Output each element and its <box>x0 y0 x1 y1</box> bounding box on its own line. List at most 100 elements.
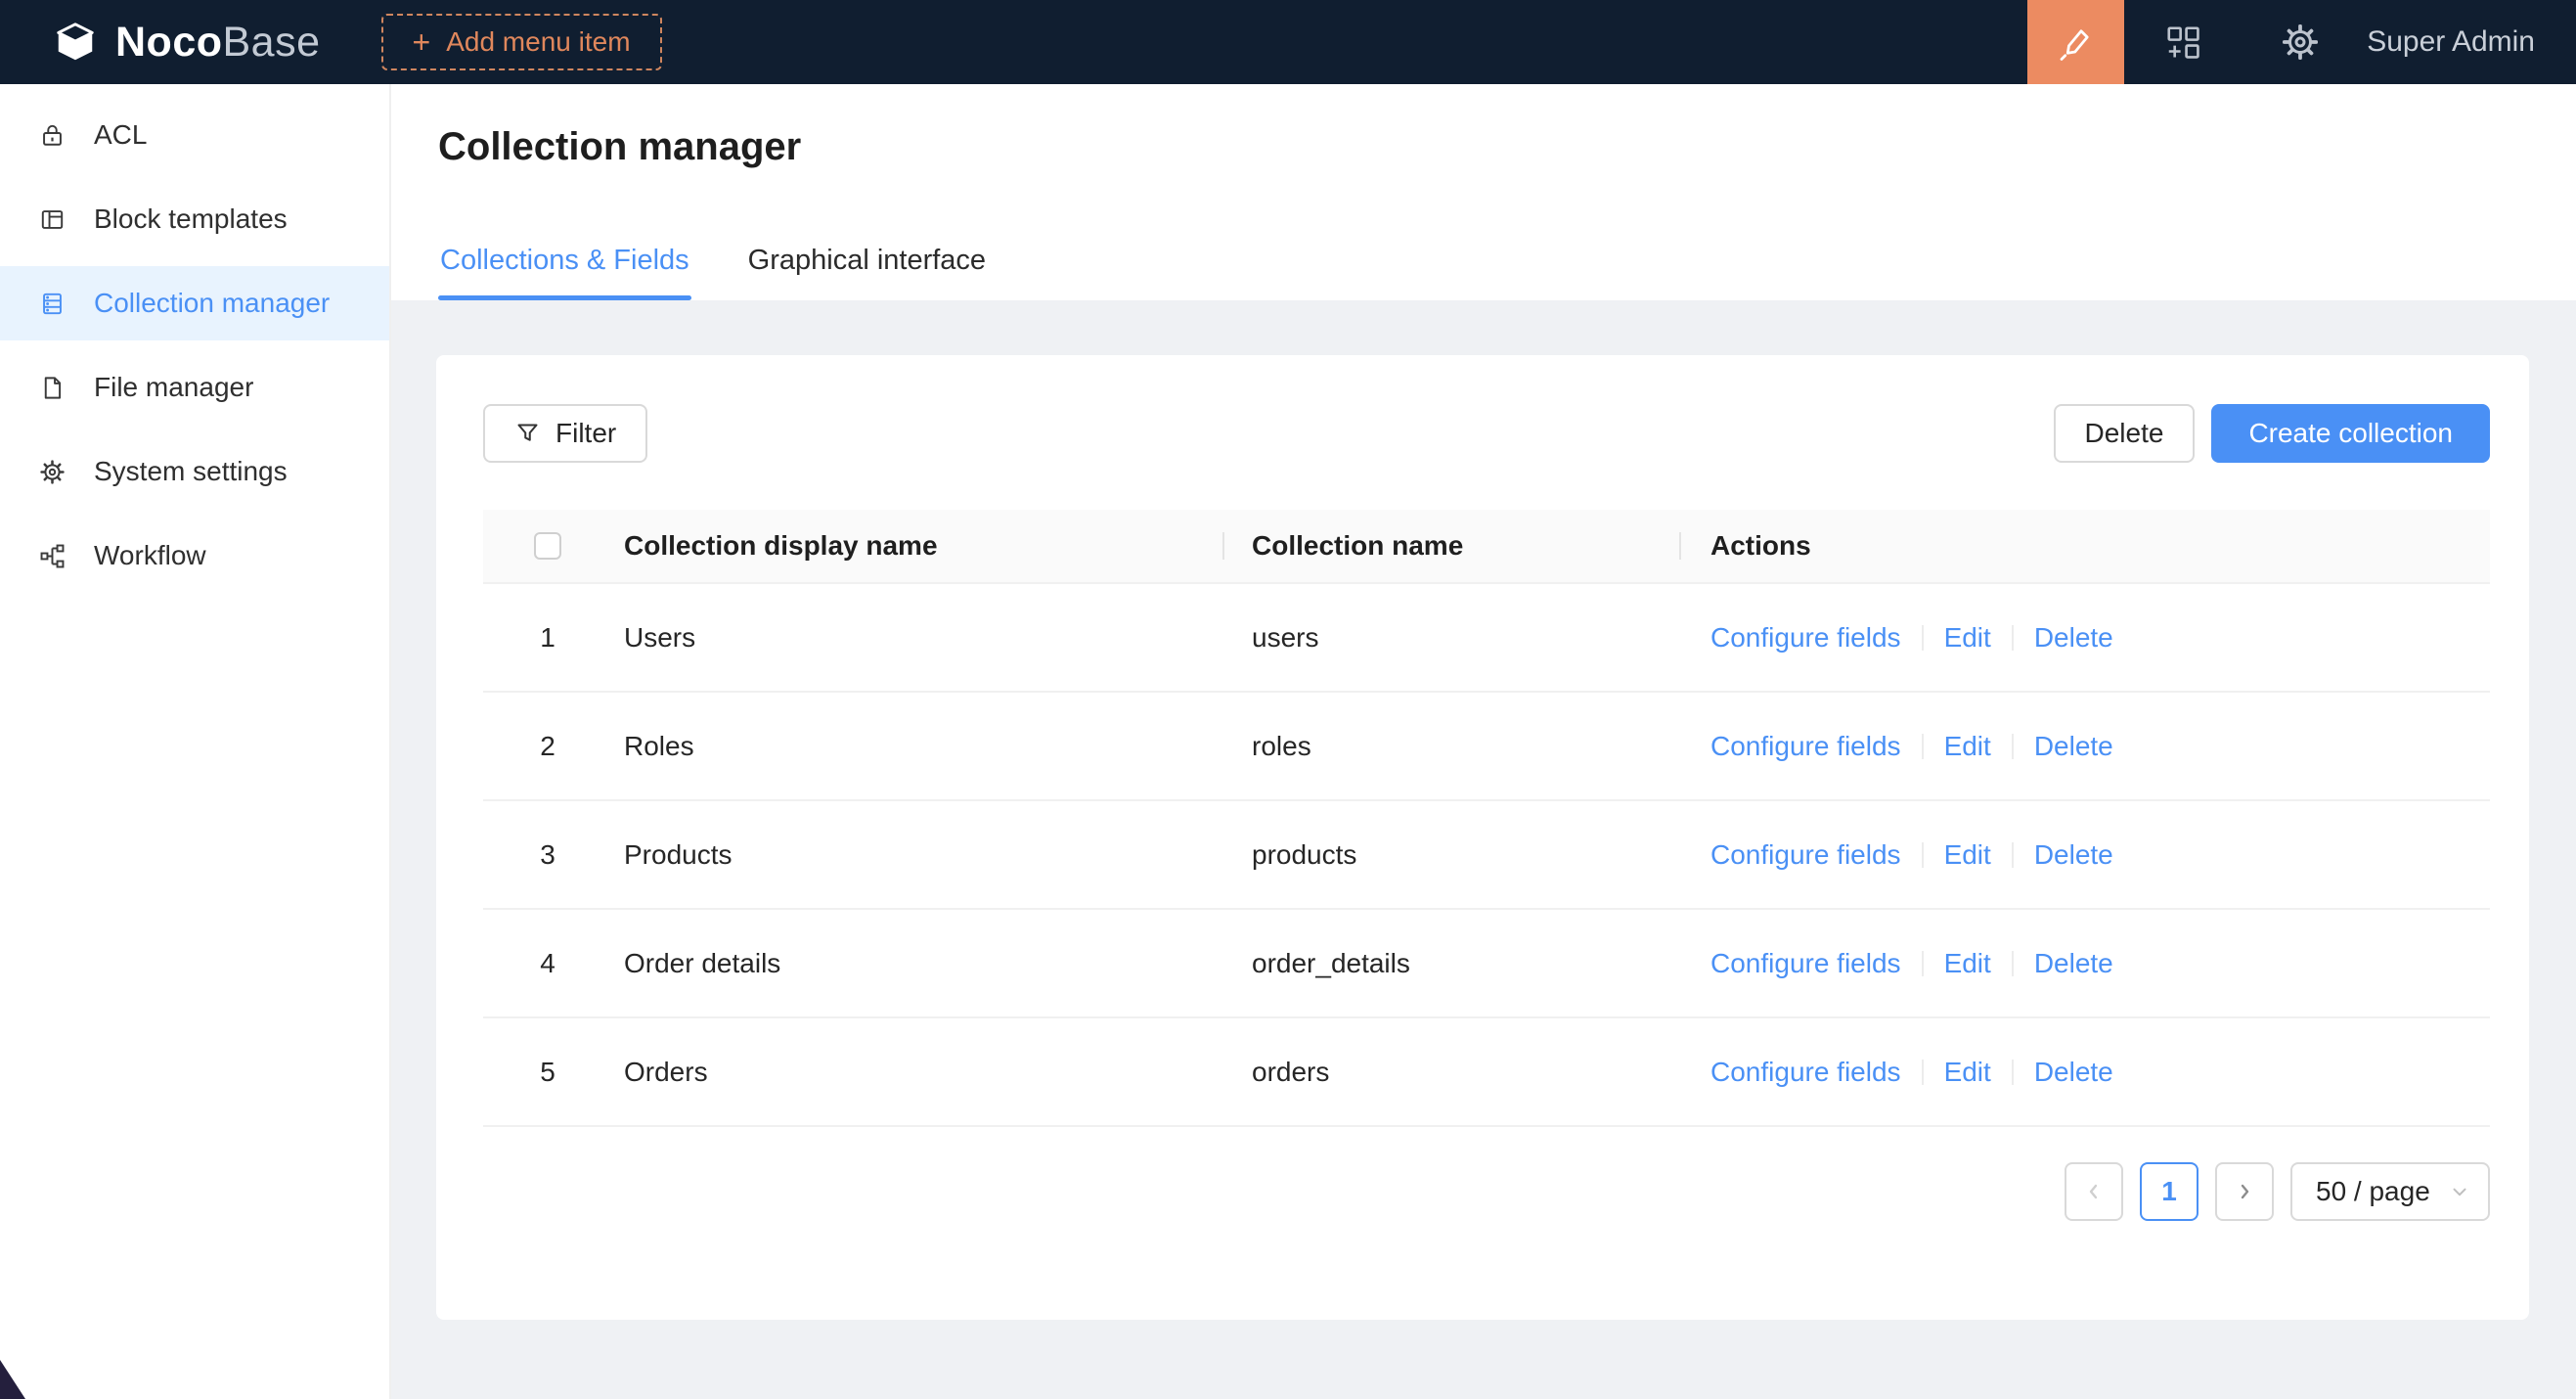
sidebar-item-block-templates[interactable]: Block templates <box>0 182 389 256</box>
collections-table: Collection display name Collection name … <box>483 510 2490 1127</box>
row-index: 4 <box>483 948 612 979</box>
table-row: 1 Users users Configure fields Edit Dele… <box>483 584 2490 693</box>
cell-display-name: Order details <box>612 948 1222 979</box>
collections-card: Filter Delete Create collection Collecti… <box>436 355 2529 1320</box>
create-collection-button[interactable]: Create collection <box>2211 404 2490 463</box>
sidebar-item-label: System settings <box>94 456 288 487</box>
database-icon <box>37 291 67 317</box>
table-toolbar: Filter Delete Create collection <box>483 404 2490 463</box>
table-row: 5 Orders orders Configure fields Edit De… <box>483 1018 2490 1127</box>
add-menu-item-button[interactable]: + Add menu item <box>381 14 662 70</box>
action-divider <box>2012 951 2014 976</box>
prev-page-button[interactable] <box>2065 1162 2123 1221</box>
settings-button[interactable] <box>2242 0 2359 84</box>
edit-link[interactable]: Edit <box>1944 839 1991 871</box>
content-area: Filter Delete Create collection Collecti… <box>391 300 2576 1399</box>
brand-text: NocoBase <box>115 19 321 67</box>
toolbar-right: Delete Create collection <box>2054 404 2491 463</box>
cell-actions: Configure fields Edit Delete <box>1679 839 2490 871</box>
page-1-button[interactable]: 1 <box>2140 1162 2198 1221</box>
row-index: 3 <box>483 839 612 871</box>
user-menu[interactable]: Super Admin <box>2367 25 2535 59</box>
delete-link[interactable]: Delete <box>2034 622 2113 654</box>
page-title: Collection manager <box>438 125 801 169</box>
table-row: 3 Products products Configure fields Edi… <box>483 801 2490 910</box>
configure-fields-link[interactable]: Configure fields <box>1710 731 1901 762</box>
plus-icon: + <box>413 26 431 58</box>
table-row: 4 Order details order_details Configure … <box>483 910 2490 1018</box>
delete-link[interactable]: Delete <box>2034 948 2113 979</box>
delete-button[interactable]: Delete <box>2054 404 2196 463</box>
add-menu-item-label: Add menu item <box>446 26 630 58</box>
header-collection-name: Collection name <box>1222 530 1679 562</box>
tab-graphical-interface[interactable]: Graphical interface <box>746 245 988 300</box>
configure-fields-link[interactable]: Configure fields <box>1710 948 1901 979</box>
edit-link[interactable]: Edit <box>1944 948 1991 979</box>
cell-collection-name: users <box>1222 622 1679 654</box>
cell-actions: Configure fields Edit Delete <box>1679 731 2490 762</box>
chevron-down-icon <box>2449 1181 2470 1202</box>
action-divider <box>1922 1060 1924 1085</box>
cell-display-name: Orders <box>612 1057 1222 1088</box>
filter-funnel-icon <box>514 421 541 447</box>
sidebar-item-label: Workflow <box>94 540 206 571</box>
cell-display-name: Users <box>612 622 1222 654</box>
header-actions: Actions <box>1679 530 2490 562</box>
sidebar-item-workflow[interactable]: Workflow <box>0 519 389 593</box>
grid-plus-icon <box>2164 23 2201 61</box>
table-row: 2 Roles roles Configure fields Edit Dele… <box>483 693 2490 801</box>
delete-link[interactable]: Delete <box>2034 839 2113 871</box>
action-divider <box>2012 1060 2014 1085</box>
table-header-row: Collection display name Collection name … <box>483 510 2490 584</box>
page-size-select[interactable]: 50 / page <box>2290 1162 2490 1221</box>
filter-button[interactable]: Filter <box>483 404 647 463</box>
cell-display-name: Products <box>612 839 1222 871</box>
action-divider <box>1922 734 1924 759</box>
filter-label: Filter <box>555 418 616 449</box>
edit-link[interactable]: Edit <box>1944 1057 1991 1088</box>
sidebar-item-acl[interactable]: ACL <box>0 98 389 172</box>
page-header: Collection manager Collections & Fields … <box>391 84 2576 300</box>
tab-collections-fields[interactable]: Collections & Fields <box>438 245 691 300</box>
row-index: 1 <box>483 622 612 654</box>
topbar-right: Super Admin <box>2027 0 2576 84</box>
file-icon <box>37 375 67 401</box>
page-size-value: 50 / page <box>2316 1176 2430 1207</box>
highlighter-icon <box>2057 23 2096 62</box>
sidebar-item-collection-manager[interactable]: Collection manager <box>0 266 389 340</box>
sidebar-item-label: ACL <box>94 119 147 151</box>
delete-link[interactable]: Delete <box>2034 731 2113 762</box>
sidebar-item-label: File manager <box>94 372 253 403</box>
cell-collection-name: roles <box>1222 731 1679 762</box>
configure-fields-link[interactable]: Configure fields <box>1710 839 1901 871</box>
next-page-button[interactable] <box>2215 1162 2274 1221</box>
delete-link[interactable]: Delete <box>2034 1057 2113 1088</box>
gear-icon <box>2281 23 2320 62</box>
edit-link[interactable]: Edit <box>1944 622 1991 654</box>
cell-collection-name: order_details <box>1222 948 1679 979</box>
ui-editor-toggle-button[interactable] <box>2027 0 2124 84</box>
layout-icon <box>37 206 67 233</box>
edit-link[interactable]: Edit <box>1944 731 1991 762</box>
action-divider <box>1922 951 1924 976</box>
sidebar-item-file-manager[interactable]: File manager <box>0 350 389 425</box>
cell-collection-name: products <box>1222 839 1679 871</box>
cell-display-name: Roles <box>612 731 1222 762</box>
gear-icon <box>37 459 67 485</box>
tabs: Collections & Fields Graphical interface <box>438 245 988 300</box>
cell-actions: Configure fields Edit Delete <box>1679 1057 2490 1088</box>
sidebar-item-system-settings[interactable]: System settings <box>0 434 389 509</box>
cube-logo-icon <box>53 20 98 65</box>
plugin-blocks-button[interactable] <box>2124 0 2242 84</box>
sidebar: ACL Block templates Collection manager <box>0 84 391 1399</box>
action-divider <box>2012 734 2014 759</box>
configure-fields-link[interactable]: Configure fields <box>1710 1057 1901 1088</box>
header-select-cell <box>483 532 612 560</box>
configure-fields-link[interactable]: Configure fields <box>1710 622 1901 654</box>
select-all-checkbox[interactable] <box>534 532 561 560</box>
action-divider <box>2012 842 2014 868</box>
workflow-icon <box>37 543 67 569</box>
pagination: 1 50 / page <box>483 1162 2490 1221</box>
cell-actions: Configure fields Edit Delete <box>1679 948 2490 979</box>
nocobase-logo[interactable]: NocoBase <box>53 19 321 67</box>
